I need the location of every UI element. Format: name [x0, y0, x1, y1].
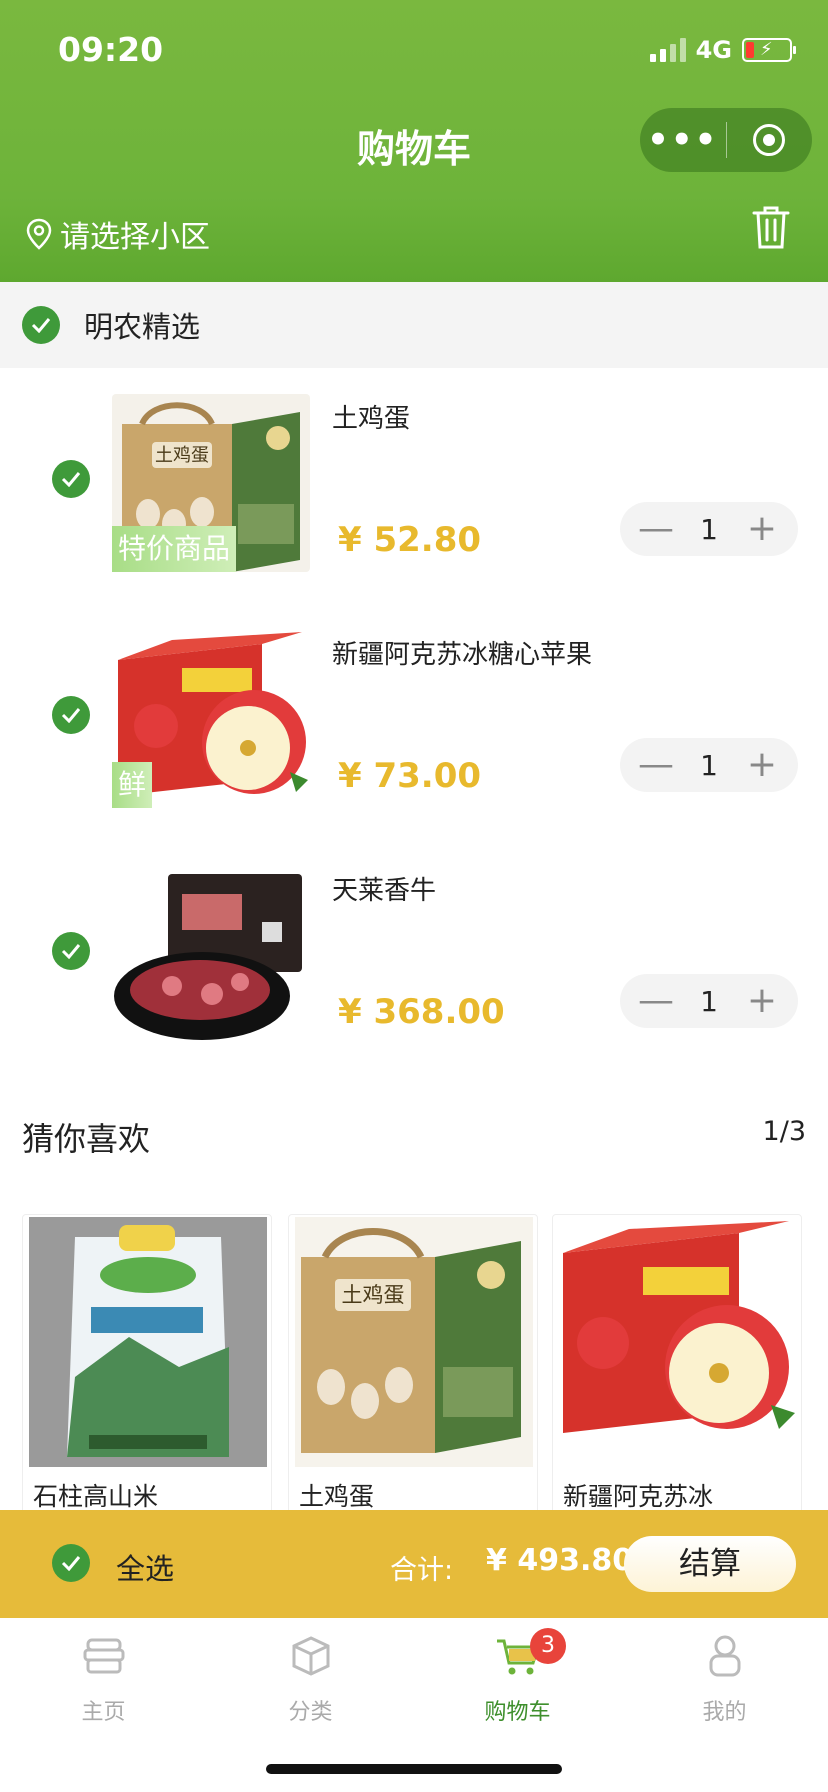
recommend-item-name: 新疆阿克苏冰: [563, 1482, 714, 1511]
recommend-item-name: 石柱高山米: [33, 1482, 159, 1511]
shop-select-checkbox[interactable]: [22, 306, 60, 344]
decrease-button[interactable]: —: [636, 974, 676, 1028]
total-amount: ¥ 493.80: [486, 1543, 634, 1578]
checkout-bar: 全选 合计: ¥ 493.80 结算: [0, 1510, 828, 1618]
item-name[interactable]: 新疆阿克苏冰糖心苹果: [332, 634, 592, 671]
tab-label: 分类: [288, 1700, 333, 1725]
status-bar-right: 4G ⚡: [649, 36, 796, 64]
increase-button[interactable]: +: [742, 502, 782, 556]
signal-icon: [649, 38, 686, 62]
total-label: 合计:: [390, 1555, 454, 1586]
quantity-stepper: — 1 +: [620, 974, 798, 1028]
item-price: ¥ 52.80: [338, 520, 482, 560]
product-image-rice: [29, 1217, 267, 1467]
cart-badge: 3: [530, 1628, 566, 1664]
quantity-value[interactable]: 1: [700, 749, 718, 782]
item-price: ¥ 73.00: [338, 756, 482, 796]
quantity-stepper: — 1 +: [620, 502, 798, 556]
decrease-button[interactable]: —: [636, 738, 676, 792]
recommend-card[interactable]: 新疆阿克苏冰: [552, 1214, 802, 1514]
header: 09:20 4G ⚡ 购物车 ••• 请选择小区: [0, 0, 828, 282]
decrease-button[interactable]: —: [636, 502, 676, 556]
trash-icon: [752, 206, 790, 249]
recommend-title: 猜你喜欢: [22, 1120, 151, 1158]
select-all-label[interactable]: 全选: [116, 1546, 174, 1588]
fresh-tag: 鲜: [112, 762, 153, 808]
recommend-card[interactable]: 土鸡蛋 土鸡蛋: [288, 1214, 538, 1514]
tab-home[interactable]: 主页: [0, 1632, 207, 1726]
checkmark-icon: [61, 708, 81, 723]
tab-label: 我的: [702, 1700, 747, 1725]
category-icon: [292, 1636, 329, 1676]
more-menu-button[interactable]: •••: [640, 108, 726, 172]
svg-text:土鸡蛋: 土鸡蛋: [155, 445, 209, 466]
home-icon: [83, 1638, 124, 1674]
quantity-value[interactable]: 1: [700, 985, 718, 1018]
tab-profile[interactable]: 我的: [621, 1632, 828, 1726]
item-select-checkbox[interactable]: [52, 460, 90, 498]
tab-cart[interactable]: 3 购物车: [414, 1628, 621, 1726]
item-select-checkbox[interactable]: [52, 932, 90, 970]
item-price: ¥ 368.00: [338, 992, 505, 1032]
svg-text:土鸡蛋: 土鸡蛋: [342, 1283, 405, 1307]
increase-button[interactable]: +: [742, 974, 782, 1028]
cart-item: 鲜 新疆阿克苏冰糖心苹果 ¥ 73.00 — 1 +: [0, 604, 828, 840]
trash-button[interactable]: [752, 204, 790, 254]
mini-program-capsule: •••: [640, 108, 812, 172]
cart-item: 土鸡蛋 特价商品 土鸡蛋 ¥ 52.80 — 1 +: [0, 368, 828, 604]
cart-item: 天莱香牛 ¥ 368.00 — 1 +: [0, 840, 828, 1076]
target-icon: [753, 124, 786, 156]
product-image-egg-box: 土鸡蛋: [295, 1217, 533, 1467]
item-name[interactable]: 土鸡蛋: [332, 398, 410, 435]
increase-button[interactable]: +: [742, 738, 782, 792]
shop-header: 明农精选: [0, 282, 828, 368]
quantity-value[interactable]: 1: [700, 513, 718, 546]
promo-tag: 特价商品: [112, 526, 237, 572]
checkmark-icon: [31, 318, 51, 333]
checkmark-icon: [61, 472, 81, 487]
status-time: 09:20: [58, 30, 164, 69]
location-pin-icon: [26, 218, 52, 250]
location-label: 请选择小区: [60, 220, 210, 255]
profile-icon: [709, 1635, 740, 1677]
select-all-checkbox[interactable]: [52, 1544, 90, 1582]
tab-category[interactable]: 分类: [207, 1632, 414, 1726]
checkout-button[interactable]: 结算: [624, 1536, 796, 1592]
checkmark-icon: [61, 944, 81, 959]
product-image-apple-box: [559, 1217, 797, 1467]
checkmark-icon: [61, 1556, 81, 1571]
recommend-item-name: 土鸡蛋: [299, 1482, 375, 1511]
quantity-stepper: — 1 +: [620, 738, 798, 792]
shop-name: 明农精选: [84, 310, 201, 344]
battery-icon: ⚡: [742, 38, 796, 62]
item-name[interactable]: 天莱香牛: [332, 870, 436, 907]
product-image-beef[interactable]: [112, 866, 310, 1044]
network-label: 4G: [695, 36, 732, 64]
tab-label: 主页: [81, 1700, 126, 1725]
item-select-checkbox[interactable]: [52, 696, 90, 734]
recommend-card[interactable]: 石柱高山米: [22, 1214, 272, 1514]
tab-label: 购物车: [484, 1700, 551, 1725]
location-selector[interactable]: 请选择小区: [26, 212, 210, 256]
home-indicator: [266, 1764, 562, 1774]
recommend-page-indicator: 1/3: [762, 1116, 806, 1147]
close-mini-program-button[interactable]: [727, 124, 813, 156]
